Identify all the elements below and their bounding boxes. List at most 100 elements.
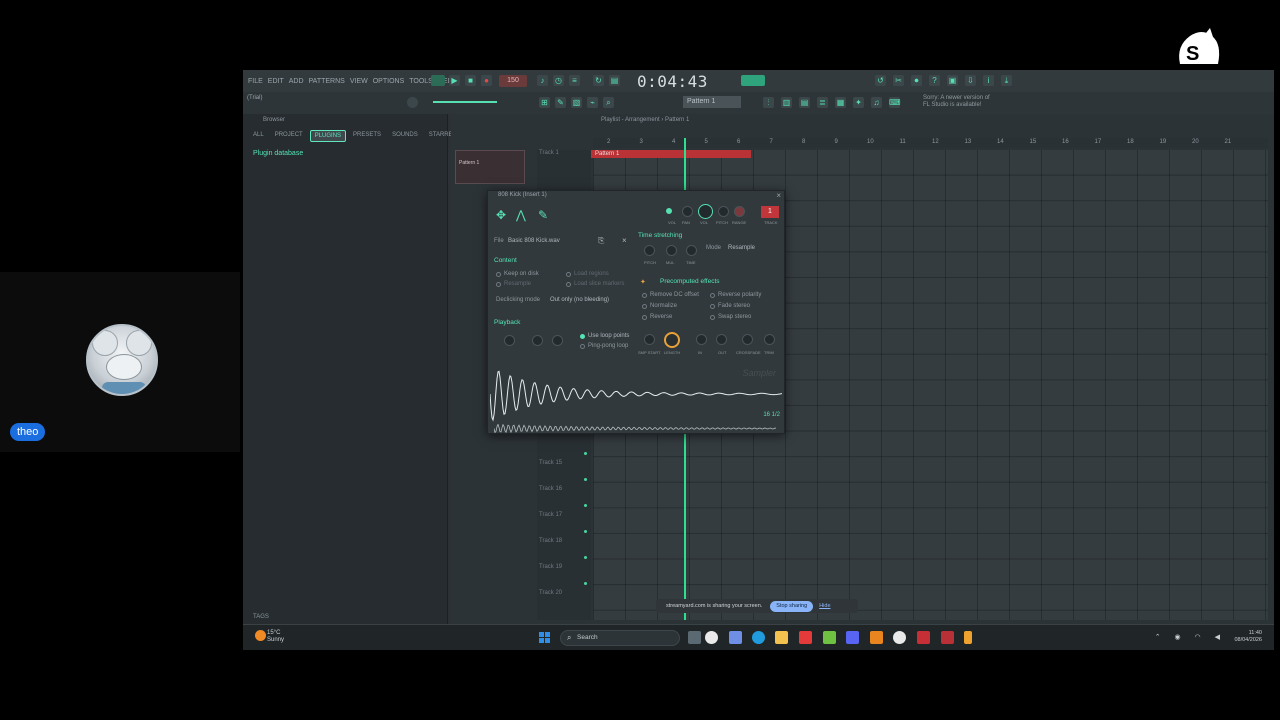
browse-file-icon[interactable]: ⎘ [598, 236, 604, 246]
cut-icon[interactable]: ✂ [893, 75, 904, 86]
slice-icon[interactable]: ⌁ [587, 97, 598, 108]
update-hint[interactable]: Sorry: A newer version of FL Studio is a… [923, 95, 993, 109]
touch-keyboard-icon[interactable]: ⌨ [889, 97, 901, 108]
declicking-select[interactable]: Out only (no bleeding) [550, 297, 609, 303]
menu-patterns[interactable]: PATTERNS [309, 78, 345, 85]
fade-stereo-radio[interactable] [710, 304, 715, 309]
sample-start-knob[interactable] [644, 334, 655, 345]
paint-icon[interactable]: ▧ [571, 97, 582, 108]
info-icon[interactable]: i [983, 75, 994, 86]
ping-pong-loop-radio[interactable] [580, 344, 585, 349]
channel-rack-icon[interactable]: ▥ [781, 97, 792, 108]
reverse-radio[interactable] [642, 315, 647, 320]
remove-file-icon[interactable]: × [622, 236, 627, 245]
track-mute-dot[interactable] [584, 530, 587, 533]
step-edit-icon[interactable]: ▤ [609, 75, 620, 86]
length-knob[interactable] [664, 332, 680, 348]
youtube-icon[interactable] [799, 631, 812, 644]
pattern-thumbnail[interactable]: Pattern 1 [455, 150, 525, 184]
app-icon[interactable] [941, 631, 954, 644]
edge-icon[interactable] [752, 631, 765, 644]
loop-end-knob[interactable] [552, 335, 563, 346]
track-label[interactable]: Track 18 [539, 538, 562, 544]
plugin-picker-icon[interactable]: ✦ [853, 97, 864, 108]
stretch-mul-knob[interactable] [666, 245, 677, 256]
browser-tab-plugins[interactable]: PLUGINS [309, 130, 347, 142]
range-knob[interactable] [734, 206, 745, 217]
piano-roll-icon[interactable]: ▤ [799, 97, 810, 108]
discord-icon[interactable] [846, 631, 859, 644]
envelope-tab-icon[interactable]: ⋀ [516, 208, 530, 222]
track-label[interactable]: Track 19 [539, 564, 562, 570]
mixer-track-number[interactable]: 1 [761, 206, 779, 218]
use-loop-points-radio[interactable] [580, 334, 585, 339]
stop-sharing-button[interactable]: Stop sharing [770, 600, 814, 612]
keep-on-disk-radio[interactable] [496, 272, 501, 277]
resample-radio[interactable] [496, 282, 501, 287]
taskbar-search[interactable]: Search [560, 630, 680, 646]
fade-in-knob[interactable] [696, 334, 707, 345]
taskbar-clock[interactable]: 11:40 08/04/2026 [1234, 630, 1262, 644]
track-label[interactable]: Track 1 [539, 150, 559, 156]
track-mute-dot[interactable] [584, 452, 587, 455]
app-icon[interactable] [823, 631, 836, 644]
windows-start-icon[interactable] [539, 632, 550, 643]
opera-icon[interactable] [917, 631, 930, 644]
file-explorer-icon[interactable] [775, 631, 788, 644]
loop-record-icon[interactable]: ↻ [593, 75, 604, 86]
swap-stereo-radio[interactable] [710, 315, 715, 320]
menu-file[interactable]: FILE [248, 78, 263, 85]
mode-select[interactable]: Resample [728, 245, 755, 251]
track-mute-dot[interactable] [584, 556, 587, 559]
task-view-icon[interactable] [688, 631, 701, 644]
metronome-icon[interactable]: ♪ [537, 75, 548, 86]
undo-icon[interactable]: ↺ [875, 75, 886, 86]
download-icon[interactable]: ⤓ [1001, 75, 1012, 86]
plugin-database-folder[interactable]: Plugin database [253, 150, 303, 157]
load-regions-radio[interactable] [566, 272, 571, 277]
pan-knob[interactable] [698, 204, 713, 219]
track-label[interactable]: Track 20 [539, 590, 562, 596]
chrome-profile-icon[interactable] [893, 631, 906, 644]
trim-knob[interactable] [764, 334, 775, 345]
playlist-icon[interactable]: ≣ [817, 97, 828, 108]
export-icon[interactable]: ⇩ [965, 75, 976, 86]
browser-tab-presets[interactable]: PRESETS [349, 130, 385, 142]
fade-out-knob[interactable] [716, 334, 727, 345]
menu-add[interactable]: ADD [289, 78, 304, 85]
tempo-display[interactable]: 150 [499, 75, 527, 87]
snap-icon[interactable]: ⊞ [539, 97, 550, 108]
loop-length-knob[interactable] [532, 335, 543, 346]
system-tray[interactable]: ⌃ ◉ ◠ ◀ [1155, 633, 1226, 641]
help-icon[interactable]: ? [929, 75, 940, 86]
pattern-clip[interactable]: Pattern 1 [591, 150, 751, 158]
draw-icon[interactable]: ✎ [555, 97, 566, 108]
menu-view[interactable]: VIEW [350, 78, 368, 85]
mic-icon[interactable]: ⏺ [911, 75, 922, 86]
load-slice-markers-radio[interactable] [566, 282, 571, 287]
stop-icon[interactable]: ■ [465, 75, 476, 86]
playlist-ruler[interactable]: 2 3 4 5 6 7 8 9 10 11 12 13 14 15 16 17 18 19 20 21 [593, 138, 1268, 148]
master-volume-knob[interactable] [407, 97, 418, 108]
waveform-overview[interactable] [494, 424, 776, 433]
track-mute-dot[interactable] [584, 582, 587, 585]
copilot-icon[interactable] [729, 631, 742, 644]
wait-icon[interactable]: ◷ [553, 75, 564, 86]
track-mute-dot[interactable] [584, 504, 587, 507]
browser-tab-project[interactable]: PROJECT [271, 130, 307, 142]
track-mute-dot[interactable] [584, 478, 587, 481]
master-pitch-slider[interactable] [433, 101, 497, 103]
normalize-radio[interactable] [642, 304, 647, 309]
tuner-icon[interactable]: ♫ [871, 97, 882, 108]
sampler-settings-tab-icon[interactable]: ✥ [496, 208, 510, 222]
reverse-polarity-radio[interactable] [710, 293, 715, 298]
loop-start-knob[interactable] [504, 335, 515, 346]
weather-icon[interactable] [255, 630, 266, 641]
weather-widget[interactable]: 15°C Sunny [267, 630, 284, 644]
pattern-selector[interactable]: Pattern 1 [683, 96, 741, 108]
save-icon[interactable]: ▣ [947, 75, 958, 86]
chrome-icon[interactable] [705, 631, 718, 644]
sample-waveform[interactable] [490, 365, 782, 423]
crossfade-knob[interactable] [742, 334, 753, 345]
misc-tab-icon[interactable]: ✎ [538, 208, 552, 222]
